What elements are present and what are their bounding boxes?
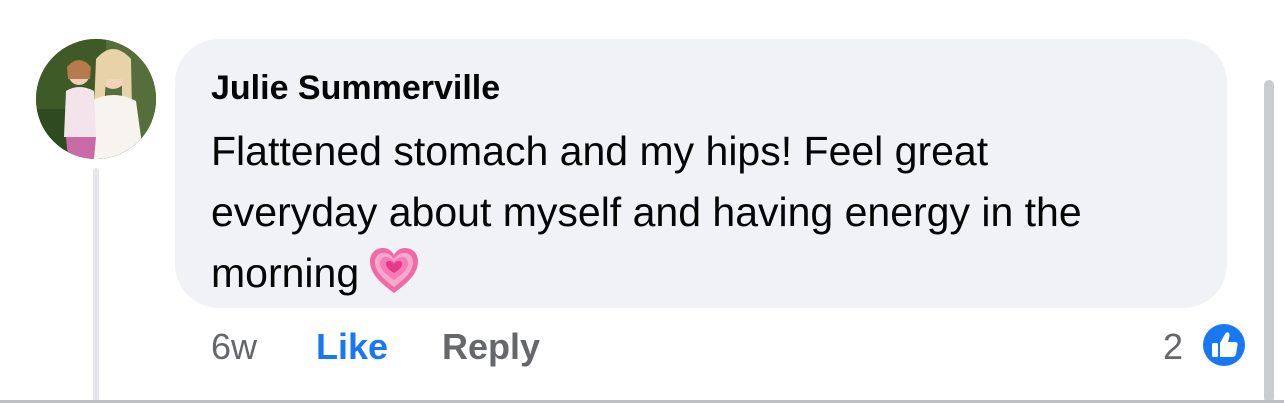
comment-text: Flattened stomach and my hips! Feel grea… [211,121,1211,304]
comment-text-line: morning [211,250,360,296]
reaction-count[interactable]: 2 [1163,325,1183,369]
like-button[interactable]: Like [316,325,388,369]
comment-text-line-last: morning [211,243,1211,304]
comment-author-name[interactable]: Julie Summerville [211,68,500,108]
comment-thread: Julie Summerville Flattened stomach and … [0,0,1284,403]
thumbs-up-icon[interactable] [1199,320,1249,370]
reply-thread-line [93,168,99,403]
reply-button[interactable]: Reply [442,325,540,369]
comment-bubble: Julie Summerville Flattened stomach and … [175,39,1227,308]
avatar[interactable] [36,39,156,159]
scrollbar[interactable] [1264,80,1274,403]
growing-heart-icon [369,247,419,295]
comment-timestamp[interactable]: 6w [211,325,257,369]
comment-text-line: Flattened stomach and my hips! Feel grea… [211,128,989,174]
avatar-photo-icon [36,39,156,159]
comment-text-line: everyday about myself and having energy … [211,189,1082,235]
